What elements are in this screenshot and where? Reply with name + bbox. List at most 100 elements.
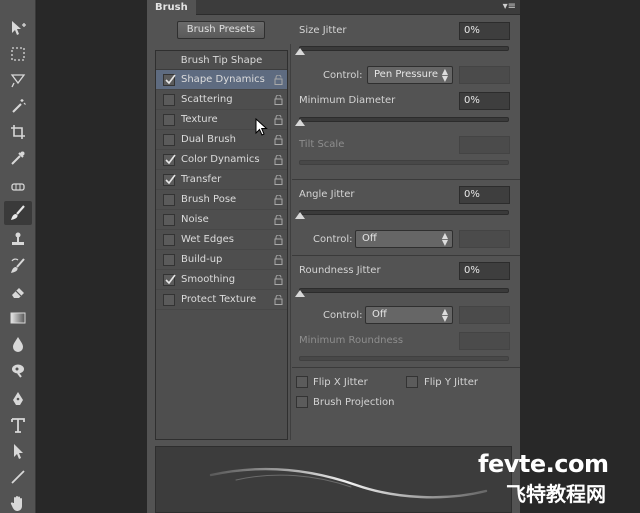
chevron-updown-icon: ▲ ▼: [441, 307, 448, 323]
option-checkbox[interactable]: [163, 274, 176, 286]
option-checkbox[interactable]: [163, 154, 176, 166]
option-label: Scattering: [181, 94, 233, 105]
minimum-diameter-slider[interactable]: [295, 117, 509, 126]
blur-icon[interactable]: [4, 332, 32, 356]
angle-jitter-input[interactable]: 0%: [459, 186, 510, 204]
brush-tab[interactable]: Brush: [147, 0, 196, 15]
list-item[interactable]: Scattering: [156, 90, 287, 110]
list-item[interactable]: Protect Texture: [156, 290, 287, 310]
list-item[interactable]: Smoothing: [156, 270, 287, 290]
tilt-scale-input: [459, 136, 510, 154]
line-icon[interactable]: [4, 465, 32, 489]
control-select-1[interactable]: Pen Pressure ▲ ▼: [367, 66, 453, 84]
panel-divider: [290, 44, 291, 440]
lock-icon[interactable]: [274, 274, 283, 285]
lock-icon[interactable]: [274, 114, 283, 125]
angle-jitter-slider-thumb[interactable]: [295, 212, 305, 219]
eraser-icon[interactable]: [4, 280, 32, 304]
checkmark-icon: [165, 274, 176, 285]
lock-icon[interactable]: [274, 134, 283, 145]
flip-x-jitter-checkbox[interactable]: [296, 376, 308, 388]
control-select-3-value: Off: [372, 309, 387, 320]
eyedropper-icon[interactable]: [4, 146, 32, 170]
size-jitter-slider[interactable]: [295, 46, 509, 55]
lock-icon[interactable]: [274, 74, 283, 85]
history-brush-icon[interactable]: [4, 254, 32, 278]
stamp-icon[interactable]: [4, 228, 32, 252]
brush-icon[interactable]: [4, 201, 32, 225]
flip-x-jitter-label: Flip X Jitter: [313, 377, 368, 388]
roundness-jitter-slider[interactable]: [295, 288, 509, 297]
lock-icon[interactable]: [274, 214, 283, 225]
option-label: Smoothing: [181, 274, 236, 285]
brush-projection-checkbox[interactable]: [296, 396, 308, 408]
control-select-2[interactable]: Off ▲ ▼: [355, 230, 453, 248]
option-checkbox[interactable]: [163, 194, 175, 206]
type-icon[interactable]: [4, 413, 32, 437]
control-3-extra-field: [459, 306, 510, 324]
list-item[interactable]: Transfer: [156, 170, 287, 190]
option-checkbox[interactable]: [163, 294, 175, 306]
mouse-cursor-icon: [255, 118, 268, 136]
pen-icon[interactable]: [4, 387, 32, 411]
brush-presets-button[interactable]: Brush Presets: [177, 21, 265, 39]
lock-icon[interactable]: [274, 154, 283, 165]
control-label-1: Control:: [323, 70, 363, 81]
size-jitter-input[interactable]: 0%: [459, 22, 510, 40]
brush-tip-shape-item[interactable]: Brush Tip Shape: [156, 51, 287, 70]
flip-y-jitter-label: Flip Y Jitter: [424, 377, 478, 388]
option-checkbox[interactable]: [163, 214, 175, 226]
lock-icon[interactable]: [274, 174, 283, 185]
tilt-scale-label: Tilt Scale: [299, 139, 345, 150]
watermark-line1: fevte.com: [478, 450, 609, 478]
marquee-icon[interactable]: [4, 42, 32, 66]
minimum-diameter-slider-thumb[interactable]: [295, 119, 305, 126]
crop-icon[interactable]: [4, 120, 32, 144]
healing-icon[interactable]: [4, 175, 32, 199]
option-checkbox[interactable]: [163, 94, 175, 106]
option-checkbox[interactable]: [163, 254, 175, 266]
option-label: Shape Dynamics: [181, 74, 265, 85]
minimum-roundness-label: Minimum Roundness: [299, 335, 404, 346]
control-select-3[interactable]: Off ▲ ▼: [365, 306, 453, 324]
size-jitter-label: Size Jitter: [299, 25, 347, 36]
minimum-roundness-slider: [299, 356, 509, 361]
hand-icon[interactable]: [4, 491, 32, 513]
stroke-preview: [155, 446, 512, 513]
watermark: fevte.com 飞特教程网: [470, 450, 640, 510]
minimum-diameter-input[interactable]: 0%: [459, 92, 510, 110]
option-checkbox[interactable]: [163, 174, 176, 186]
list-item[interactable]: Noise: [156, 210, 287, 230]
lock-icon[interactable]: [274, 194, 283, 205]
list-item[interactable]: Brush Pose: [156, 190, 287, 210]
list-item[interactable]: Wet Edges: [156, 230, 287, 250]
magic-wand-icon[interactable]: [4, 94, 32, 118]
control-1-extra-field: [459, 66, 510, 84]
lasso-icon[interactable]: [4, 68, 32, 92]
option-checkbox[interactable]: [163, 74, 176, 86]
panel-menu-icon[interactable]: ▾≡: [503, 1, 516, 13]
roundness-jitter-slider-thumb[interactable]: [295, 290, 305, 297]
flip-y-jitter-checkbox[interactable]: [406, 376, 418, 388]
dodge-icon[interactable]: [4, 358, 32, 382]
checkmark-icon: [165, 174, 176, 185]
list-item[interactable]: Shape Dynamics: [156, 70, 287, 90]
size-jitter-slider-thumb[interactable]: [295, 48, 305, 55]
lock-icon[interactable]: [274, 294, 283, 305]
control-2-extra-field: [459, 230, 510, 248]
path-select-icon[interactable]: [4, 439, 32, 463]
lock-icon[interactable]: [274, 94, 283, 105]
option-checkbox[interactable]: [163, 134, 175, 146]
stroke-preview-curve: [209, 467, 488, 499]
option-checkbox[interactable]: [163, 234, 175, 246]
angle-jitter-slider[interactable]: [295, 210, 509, 219]
lock-icon[interactable]: [274, 254, 283, 265]
gradient-icon[interactable]: [4, 306, 32, 330]
roundness-jitter-input[interactable]: 0%: [459, 262, 510, 280]
lock-icon[interactable]: [274, 234, 283, 245]
list-item[interactable]: Build-up: [156, 250, 287, 270]
list-item[interactable]: Color Dynamics: [156, 150, 287, 170]
option-checkbox[interactable]: [163, 114, 175, 126]
move-icon[interactable]: [4, 16, 32, 40]
option-label: Transfer: [181, 174, 222, 185]
